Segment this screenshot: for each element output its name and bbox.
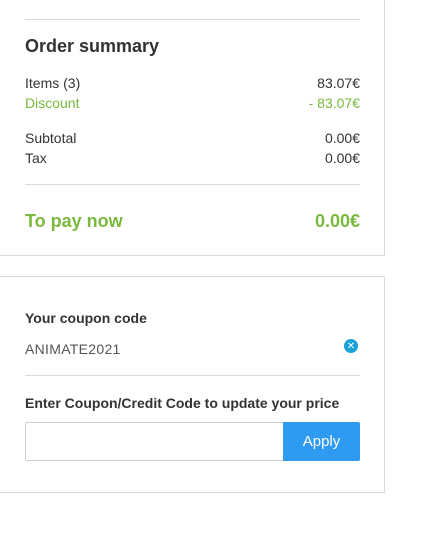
apply-button[interactable]: Apply: [283, 422, 360, 461]
items-label: Items (3): [25, 75, 81, 91]
remove-coupon-icon[interactable]: ✕: [344, 339, 358, 353]
coupon-entry-heading: Enter Coupon/Credit Code to update your …: [25, 395, 340, 411]
items-value: 83.07€: [317, 75, 360, 91]
order-summary-card: Order summary Items (3) 83.07€ Discount …: [0, 0, 385, 256]
order-summary-title: Order summary: [25, 36, 160, 56]
divider: [25, 19, 360, 20]
coupon-card: Your coupon code ANIMATE2021 ✕ Enter Cou…: [0, 276, 385, 493]
subtotal-label: Subtotal: [25, 130, 77, 146]
divider: [25, 184, 360, 185]
coupon-code-input[interactable]: [25, 422, 284, 461]
discount-value: - 83.07€: [308, 95, 360, 111]
discount-label: Discount: [25, 95, 80, 111]
tax-value: 0.00€: [324, 150, 360, 166]
applied-coupon-code: ANIMATE2021: [25, 341, 121, 357]
divider: [25, 375, 360, 376]
tax-label: Tax: [25, 150, 47, 166]
subtotal-value: 0.00€: [324, 130, 360, 146]
to-pay-value: 0.00€: [314, 211, 360, 231]
coupon-heading: Your coupon code: [25, 310, 147, 326]
to-pay-label: To pay now: [25, 211, 123, 231]
